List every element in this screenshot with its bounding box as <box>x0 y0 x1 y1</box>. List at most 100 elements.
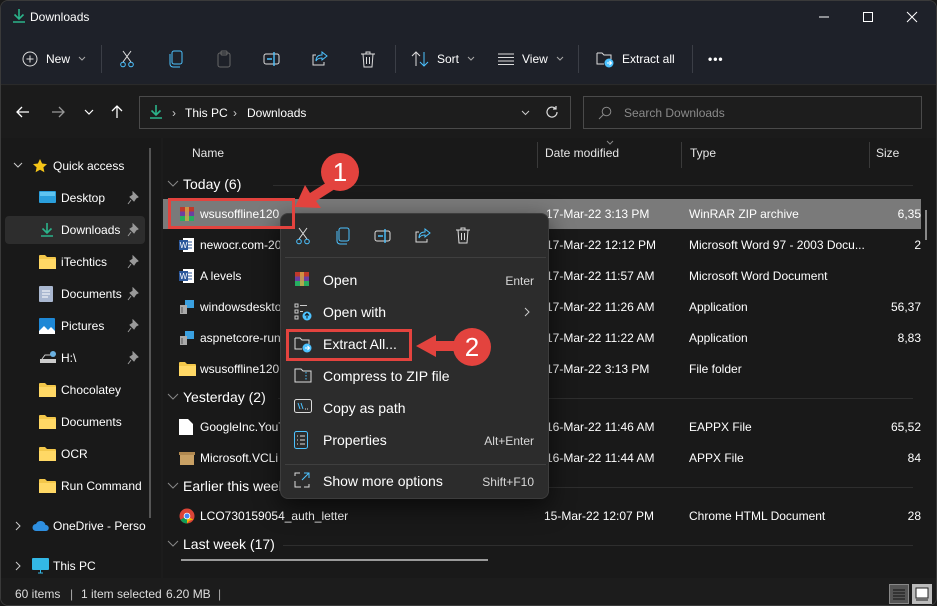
chevron-down-icon <box>167 393 179 400</box>
maximize-icon <box>863 12 873 22</box>
breadcrumb-separator: › <box>233 106 237 120</box>
sort-icon <box>411 51 429 67</box>
delete-action-button[interactable] <box>450 224 476 250</box>
close-button[interactable] <box>889 1 935 33</box>
svg-text:W: W <box>180 241 188 250</box>
sidebar-item-itechtics[interactable]: iTechtics <box>5 248 145 276</box>
large-icons-view-button[interactable] <box>912 584 932 604</box>
file-size: 6,35 <box>897 207 921 221</box>
folder-icon <box>179 361 196 377</box>
file-row[interactable]: LCO730159054_auth_letter 15-Mar-22 12:07… <box>163 501 921 531</box>
extract-all-button[interactable]: Extract all <box>596 45 675 73</box>
network-drive-icon <box>39 350 56 365</box>
sort-button[interactable]: Sort <box>411 45 475 73</box>
details-view-icon <box>893 589 905 600</box>
file-date: 17-Mar-22 12:12 PM <box>546 238 657 252</box>
copy-action-button[interactable] <box>330 224 356 250</box>
menu-item-open[interactable]: Open Enter <box>285 265 546 295</box>
rename-button[interactable] <box>263 45 281 73</box>
menu-item-open-with[interactable]: Open with <box>285 297 546 327</box>
menu-item-show-more-options[interactable]: Show more options Shift+F10 <box>285 466 546 496</box>
file-type: APPX File <box>689 451 744 465</box>
paste-button[interactable] <box>216 45 232 73</box>
file-group[interactable]: Last week (17) <box>163 532 923 558</box>
horizontal-scrollbar[interactable] <box>181 559 488 561</box>
column-header-date-modified[interactable]: Date modified <box>545 146 619 160</box>
share-action-button[interactable] <box>410 224 436 250</box>
installer-icon <box>179 330 195 346</box>
sidebar-item-pictures[interactable]: Pictures <box>5 312 145 340</box>
sidebar-item-chocolatey[interactable]: Chocolatey <box>5 376 145 404</box>
sidebar-item-ocr[interactable]: OCR <box>5 440 145 468</box>
file-type: Application <box>689 300 748 314</box>
status-bar: 60 items | 1 item selected 6.20 MB | <box>1 581 936 605</box>
chevron-down-icon[interactable] <box>521 110 530 116</box>
sidebar-item-h[interactable]: H:\ <box>5 344 145 372</box>
refresh-icon[interactable] <box>545 105 559 119</box>
pin-icon <box>127 287 139 301</box>
sort-label: Sort <box>437 52 460 66</box>
breadcrumb-this-pc[interactable]: This PC <box>185 106 228 120</box>
view-button[interactable]: View <box>498 45 564 73</box>
column-header-size[interactable]: Size <box>876 146 899 160</box>
sidebar-item-downloads[interactable]: Downloads <box>5 216 145 244</box>
selection-count: 1 item selected <box>81 587 162 601</box>
sidebar-item-onedrive[interactable]: OneDrive - Perso <box>5 512 146 540</box>
delete-button[interactable] <box>360 45 376 73</box>
sidebar-item-documents[interactable]: Documents <box>5 280 145 308</box>
sidebar-label: OneDrive - Perso <box>53 519 146 533</box>
view-icon <box>498 53 514 65</box>
menu-item-compress-to-zip-file[interactable]: Compress to ZIP file <box>285 361 546 391</box>
menu-item-copy-as-path[interactable]: Copy as path <box>285 393 546 423</box>
divider <box>578 45 579 73</box>
downloads-icon <box>13 9 25 23</box>
more-options-button[interactable]: ••• <box>708 45 724 73</box>
file-date: 17-Mar-22 11:26 AM <box>546 300 655 314</box>
sidebar-item-this-pc[interactable]: This PC <box>5 552 145 580</box>
column-header-type[interactable]: Type <box>690 146 716 160</box>
recent-locations-button[interactable] <box>79 102 99 122</box>
column-header-name[interactable]: Name <box>192 146 224 160</box>
minimize-button[interactable] <box>801 1 847 33</box>
column-divider[interactable] <box>869 142 870 168</box>
cut-icon <box>295 227 311 248</box>
onedrive-icon <box>32 520 49 531</box>
details-view-button[interactable] <box>889 584 909 604</box>
file-type: EAPPX File <box>689 420 752 434</box>
status-divider: | <box>218 587 222 601</box>
installer-icon <box>179 299 195 315</box>
folder-icon <box>39 446 56 461</box>
menu-item-properties[interactable]: Properties Alt+Enter <box>285 425 546 455</box>
file-name: LCO730159054_auth_letter <box>200 509 349 523</box>
search-box[interactable]: Search Downloads <box>583 96 922 129</box>
column-divider[interactable] <box>537 142 538 168</box>
new-button[interactable]: New <box>22 45 86 73</box>
address-bar[interactable]: › This PC › Downloads <box>139 96 571 129</box>
star-icon <box>33 159 47 173</box>
maximize-button[interactable] <box>845 1 891 33</box>
breadcrumb-downloads[interactable]: Downloads <box>247 106 306 120</box>
chevron-right-icon <box>15 521 21 531</box>
copy-button[interactable] <box>168 45 184 73</box>
sidebar-scrollbar[interactable] <box>149 148 151 518</box>
share-button[interactable] <box>312 45 328 73</box>
arrow-right-icon <box>52 106 65 118</box>
file-group[interactable]: Today (6) <box>163 172 923 198</box>
cut-button[interactable] <box>119 45 135 73</box>
new-label: New <box>46 52 71 66</box>
sidebar-item-documents[interactable]: Documents <box>5 408 145 436</box>
back-button[interactable] <box>13 102 33 122</box>
sidebar-item-run-command[interactable]: Run Command <box>5 472 145 500</box>
rename-action-button[interactable] <box>370 224 396 250</box>
word-icon: W <box>179 268 195 284</box>
sidebar-item-quick-access[interactable]: Quick access <box>5 152 145 180</box>
downloads-icon <box>39 222 56 237</box>
forward-button[interactable] <box>48 102 68 122</box>
extract-all-label: Extract all <box>622 52 675 66</box>
selection-size: 6.20 MB <box>166 587 211 601</box>
up-button[interactable] <box>107 102 127 122</box>
sidebar-item-desktop[interactable]: Desktop <box>5 184 145 212</box>
column-divider[interactable] <box>681 142 682 168</box>
sidebar-label: Downloads <box>61 223 121 237</box>
vertical-scrollbar[interactable] <box>925 210 927 240</box>
